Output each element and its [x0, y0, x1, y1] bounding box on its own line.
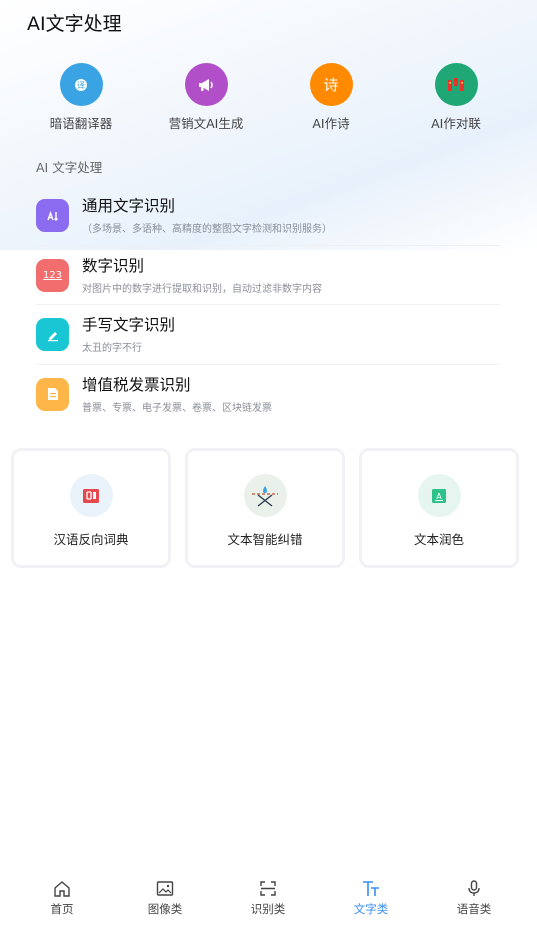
list-item-general-ocr[interactable]: 通用文字识别 （多场景、多语种、高精度的整图文字检测和识别服务）: [36, 186, 500, 246]
list-item-title: 数字识别: [82, 256, 145, 275]
poem-icon: 诗: [309, 63, 353, 106]
list-item-subtitle: 太丑的字不行: [82, 343, 142, 354]
page-title: AI文字处理: [27, 13, 122, 35]
list-item-subtitle: 普票、专票、电子发票、卷票、区块链发票: [82, 402, 272, 414]
list-item-subtitle: （多场景、多语种、高精度的整图文字检测和识别服务）: [82, 224, 332, 235]
card-text-polish[interactable]: A 文本润色: [359, 448, 519, 568]
quick-action-label: 营销文AI生成: [168, 116, 244, 131]
list-item-title: 通用文字识别: [82, 197, 176, 215]
card-reverse-dictionary[interactable]: 汉语反向词典: [11, 448, 171, 568]
tab-label: 识别类: [250, 902, 286, 916]
scan-icon: [260, 881, 276, 896]
couplet-icon: [434, 63, 478, 106]
section-title: AI 文字处理: [36, 160, 103, 175]
poem-icon-glyph: 诗: [323, 76, 339, 94]
polish-icon: A: [417, 474, 461, 517]
tab-label: 图像类: [147, 902, 183, 916]
list-item-handwriting-ocr[interactable]: 手写文字识别 太丑的字不行: [36, 305, 500, 365]
tab-recognize[interactable]: 识别类: [228, 880, 308, 917]
number-icon: 123: [36, 258, 69, 292]
svg-text:A: A: [436, 492, 442, 501]
dictionary-icon: [69, 474, 113, 517]
list-item-title: 增值税发票识别: [82, 375, 191, 394]
quick-action-marketing[interactable]: 营销文AI生成: [146, 63, 266, 132]
tab-image[interactable]: 图像类: [125, 880, 205, 917]
quick-action-label: 暗语翻译器: [49, 116, 113, 131]
image-icon: [156, 881, 174, 896]
tab-label: 首页: [50, 902, 74, 916]
tool-cards: 汉语反向词典 文本智能纠错 A 文本润色: [11, 448, 519, 568]
tab-voice[interactable]: 语音类: [434, 880, 514, 917]
list-item-number-ocr[interactable]: 123 数字识别 对图片中的数字进行提取和识别，自动过滤非数字内容: [36, 246, 500, 305]
svg-text:译: 译: [77, 81, 85, 90]
card-label: 文本智能纠错: [227, 532, 303, 547]
quick-action-label: AI作对联: [431, 116, 481, 131]
megaphone-icon: [184, 63, 228, 106]
correction-icon: [243, 474, 287, 517]
text-type-icon: [363, 881, 379, 896]
bottom-tab-bar: 首页 图像类 识别类 文字类 语音类: [0, 870, 537, 926]
list-item-title: 手写文字识别: [82, 316, 176, 334]
home-icon: [54, 881, 70, 897]
pen-icon: [36, 318, 69, 351]
translate-icon: 译: [59, 63, 103, 106]
tab-label: 文字类: [353, 902, 389, 916]
microphone-icon: [468, 880, 480, 896]
list-item-subtitle: 对图片中的数字进行提取和识别，自动过滤非数字内容: [82, 283, 322, 295]
list-item-invoice-ocr[interactable]: 增值税发票识别 普票、专票、电子发票、卷票、区块链发票: [36, 365, 500, 425]
card-label: 汉语反向词典: [53, 532, 129, 547]
ai-text-processing-page: AI文字处理 译 暗语翻译器 营销文AI生成 诗 AI作诗 AI作对联 AI 文…: [0, 0, 537, 926]
tab-home[interactable]: 首页: [22, 880, 102, 917]
tab-label: 语音类: [456, 902, 492, 916]
text-recognize-icon: [36, 199, 69, 232]
invoice-icon: [36, 377, 69, 411]
quick-action-couplet[interactable]: AI作对联: [396, 63, 516, 132]
card-label: 文本润色: [413, 532, 464, 547]
quick-action-label: AI作诗: [312, 116, 350, 131]
card-text-correction[interactable]: 文本智能纠错: [185, 448, 345, 568]
quick-actions: 译 暗语翻译器 营销文AI生成 诗 AI作诗 AI作对联: [0, 63, 537, 133]
number-icon-glyph: 123: [42, 269, 63, 281]
quick-action-translator[interactable]: 译 暗语翻译器: [21, 63, 141, 132]
feature-list: 通用文字识别 （多场景、多语种、高精度的整图文字检测和识别服务） 123 数字识…: [36, 186, 500, 424]
tab-text[interactable]: 文字类: [331, 880, 411, 917]
quick-action-poem[interactable]: 诗 AI作诗: [271, 63, 391, 132]
